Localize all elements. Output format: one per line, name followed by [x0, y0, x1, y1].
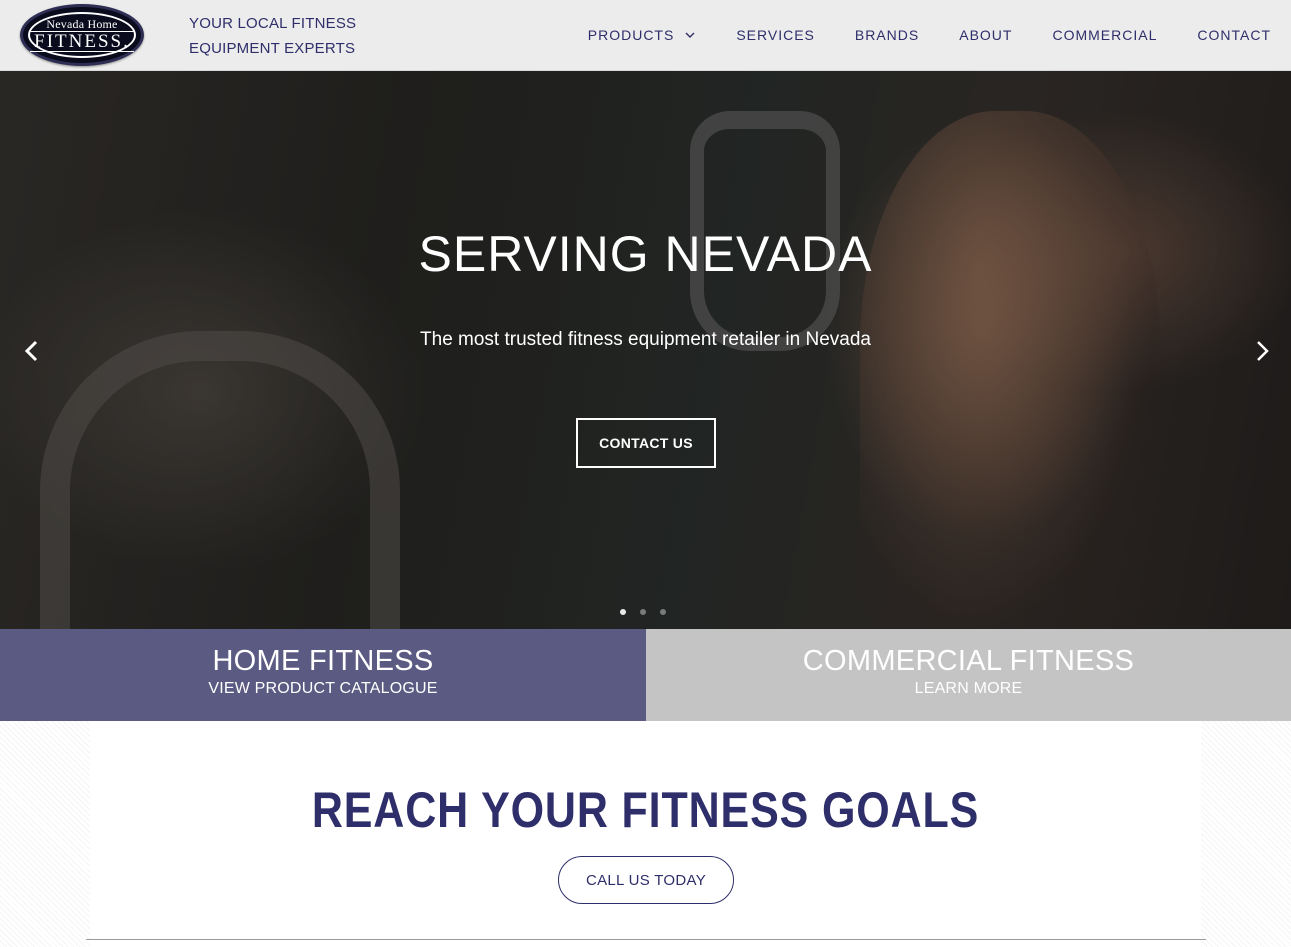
decorative-hatch-left [0, 721, 90, 947]
nav-products[interactable]: PRODUCTS [588, 27, 697, 43]
home-fitness-title: HOME FITNESS [212, 645, 434, 677]
nav-products-label: PRODUCTS [587, 27, 675, 43]
carousel-dot-1[interactable] [620, 609, 626, 615]
nav-services[interactable]: SERVICES [736, 27, 815, 43]
contact-us-button[interactable]: CONTACT US [576, 418, 716, 468]
carousel-dot-2[interactable] [640, 609, 646, 615]
home-fitness-block[interactable]: HOME FITNESS VIEW PRODUCT CATALOGUE [0, 629, 646, 721]
tagline-line-2: EQUIPMENT EXPERTS [189, 40, 356, 57]
tagline: YOUR LOCAL FITNESS EQUIPMENT EXPERTS [189, 11, 389, 61]
main-nav: PRODUCTS SERVICES BRANDS ABOUT COMMERCIA… [588, 24, 1271, 46]
commercial-fitness-block[interactable]: COMMERCIAL FITNESS LEARN MORE [646, 629, 1291, 721]
nav-contact[interactable]: CONTACT [1197, 27, 1271, 43]
nav-brands[interactable]: BRANDS [855, 27, 919, 43]
nav-about[interactable]: ABOUT [959, 27, 1012, 43]
view-product-catalogue-link[interactable]: VIEW PRODUCT CATALOGUE [208, 680, 437, 698]
nevada-home-fitness-logo[interactable]: Nevada Home FITNESS. [20, 4, 144, 66]
carousel-dot-3[interactable] [660, 609, 666, 615]
decorative-hatch-right [1201, 721, 1291, 947]
learn-more-link[interactable]: LEARN MORE [915, 680, 1023, 698]
logo-text-bottom: FITNESS. [30, 31, 134, 52]
chevron-down-icon [685, 32, 695, 38]
nav-commercial[interactable]: COMMERCIAL [1052, 27, 1157, 43]
carousel-indicators [620, 609, 680, 615]
chevron-right-icon[interactable] [1250, 337, 1274, 365]
hero-carousel: SERVING NEVADA The most trusted fitness … [0, 71, 1291, 629]
section-divider [86, 939, 1206, 940]
hero-subtitle: The most trusted fitness equipment retai… [420, 329, 871, 350]
hero-title: SERVING NEVADA [418, 226, 873, 282]
call-us-today-button[interactable]: CALL US TODAY [558, 856, 734, 904]
goals-heading: REACH YOUR FITNESS GOALS [311, 782, 980, 838]
tagline-line-1: YOUR LOCAL FITNESS [189, 15, 357, 32]
chevron-left-icon[interactable] [20, 337, 44, 365]
goals-section: REACH YOUR FITNESS GOALS CALL US TODAY [0, 721, 1291, 947]
logo-text-top: Nevada Home [46, 17, 118, 31]
logo-ring: Nevada Home FITNESS. [28, 12, 136, 58]
site-header: Nevada Home FITNESS. YOUR LOCAL FITNESS … [0, 0, 1291, 71]
commercial-fitness-title: COMMERCIAL FITNESS [802, 645, 1135, 677]
